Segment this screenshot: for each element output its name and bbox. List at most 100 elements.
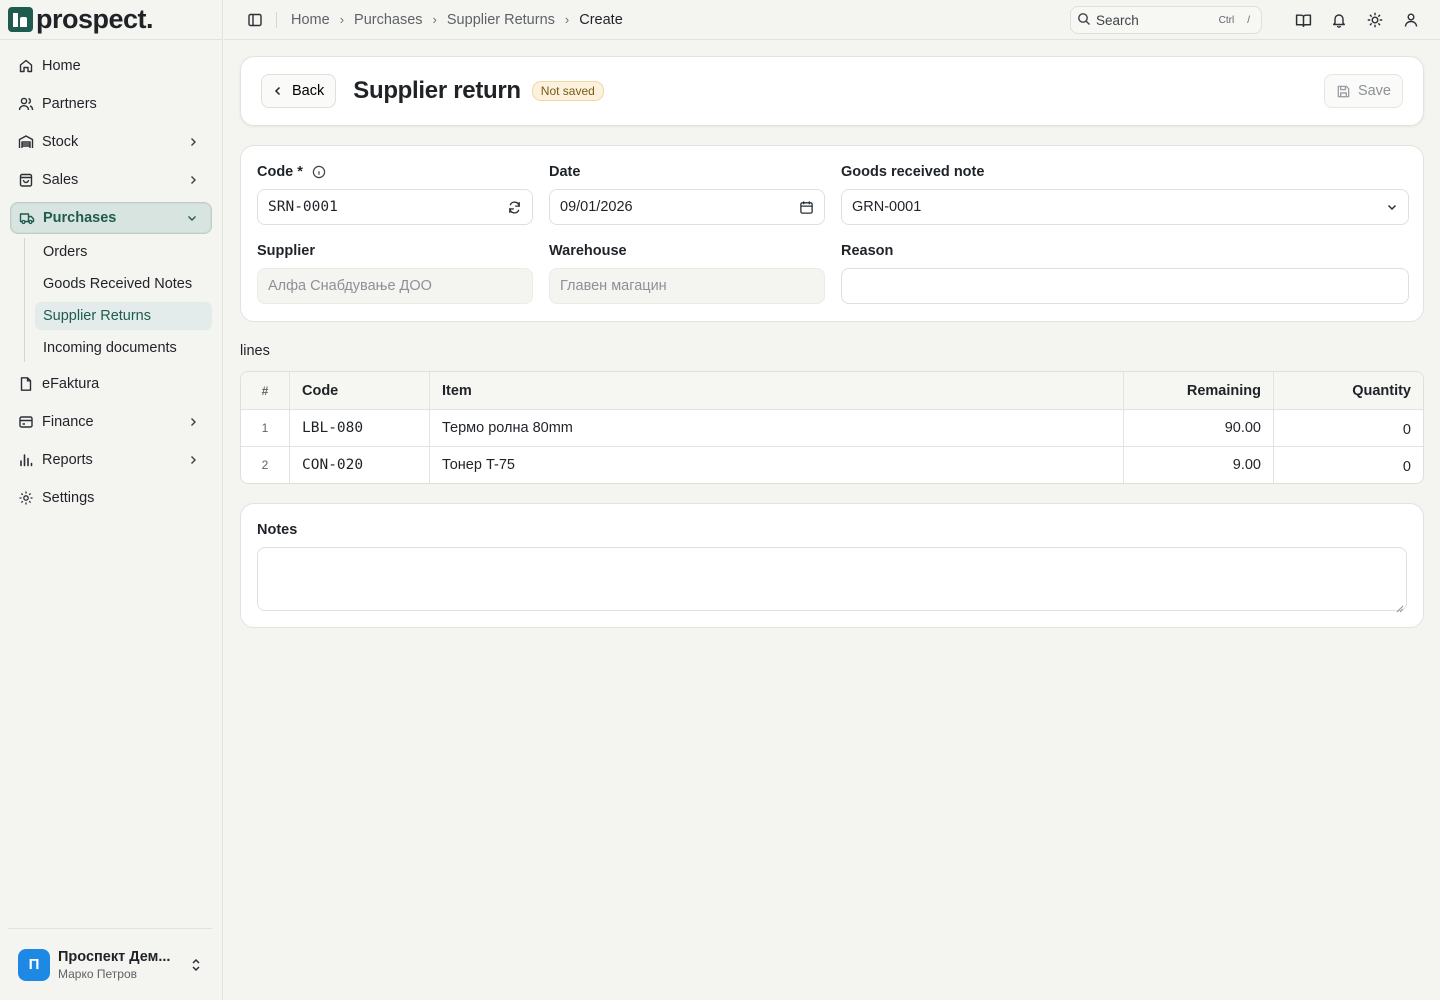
topbar: Home › Purchases › Supplier Returns › Cr… <box>224 0 1440 40</box>
col-item: Item <box>429 372 1123 409</box>
breadcrumb-current: Create <box>579 11 623 28</box>
code-field: Code * SRN-0001 <box>257 162 533 225</box>
book-icon[interactable] <box>1294 11 1312 29</box>
sidebar-item-partners[interactable]: Partners <box>10 88 212 120</box>
row-remaining: 9.00 <box>1123 447 1273 483</box>
resize-grip-icon[interactable] <box>1396 600 1404 613</box>
user-icon[interactable] <box>1402 11 1420 29</box>
home-icon <box>18 58 34 74</box>
supplier-input: Алфа Снабдување ДОО <box>257 268 533 304</box>
sidebar-item-label: Home <box>42 58 81 74</box>
lines-table: # Code Item Remaining Quantity 1 LBL-080… <box>240 371 1424 484</box>
org-text: Проспект Дем... Марко Петров <box>58 949 188 981</box>
page-title: Supplier return <box>353 77 521 104</box>
sidebar-item-label: Reports <box>42 452 93 468</box>
breadcrumb-supplier-returns[interactable]: Supplier Returns <box>447 12 555 28</box>
refresh-icon[interactable] <box>507 200 522 215</box>
notes-textarea[interactable] <box>257 547 1407 613</box>
sidebar-item-sales[interactable]: Sales <box>10 164 212 196</box>
sidebar-item-reports[interactable]: Reports <box>10 444 212 476</box>
table-row: 1 LBL-080 Термо ролна 80mm 90.00 0 <box>241 409 1423 446</box>
save-button[interactable]: Save <box>1323 74 1403 108</box>
kbd-ctrl: Ctrl <box>1218 14 1235 26</box>
grn-field: Goods received note GRN-0001 <box>841 162 1409 225</box>
table-header: # Code Item Remaining Quantity <box>241 372 1423 409</box>
grn-select[interactable]: GRN-0001 <box>841 189 1409 225</box>
search-icon <box>1077 12 1091 29</box>
notes-card: Notes <box>240 503 1424 628</box>
row-code: CON-020 <box>289 447 429 483</box>
sidebar: prospect. Home Partners Stock Sales Purc… <box>0 0 223 1000</box>
users-icon <box>18 96 34 112</box>
wallet-icon <box>18 414 34 430</box>
date-field: Date 09/01/2026 <box>549 162 825 225</box>
chevron-right-icon <box>186 173 200 187</box>
subnav-item-incoming-documents[interactable]: Incoming documents <box>35 334 212 362</box>
subnav-item-goods-received-notes[interactable]: Goods Received Notes <box>35 270 212 298</box>
row-index: 2 <box>261 458 269 472</box>
col-index: # <box>261 383 269 398</box>
chevron-down-icon <box>1386 201 1398 213</box>
sidebar-item-stock[interactable]: Stock <box>10 126 212 158</box>
save-icon <box>1336 84 1351 99</box>
sidebar-item-label: Stock <box>42 134 79 150</box>
chevron-down-icon <box>185 211 199 225</box>
status-badge: Not saved <box>531 81 604 101</box>
col-quantity: Quantity <box>1273 372 1423 409</box>
reason-label: Reason <box>841 243 894 259</box>
subnav-item-supplier-returns[interactable]: Supplier Returns <box>35 302 212 330</box>
row-item: Тонер T-75 <box>429 447 1123 483</box>
chevron-right-icon <box>186 135 200 149</box>
purchases-subnav: Orders Goods Received Notes Supplier Ret… <box>24 238 212 362</box>
sun-icon[interactable] <box>1366 11 1384 29</box>
sidebar-item-home[interactable]: Home <box>10 50 212 82</box>
warehouse-label: Warehouse <box>549 243 627 259</box>
sidebar-toggle-icon[interactable] <box>246 11 264 29</box>
page-header: Back Supplier return Not saved Save <box>240 56 1424 126</box>
row-item: Термо ролна 80mm <box>429 410 1123 446</box>
breadcrumb-purchases[interactable]: Purchases <box>354 12 423 28</box>
main-content: Back Supplier return Not saved Save Code… <box>240 56 1424 628</box>
truck-icon <box>19 210 35 226</box>
grn-value: GRN-0001 <box>852 199 922 215</box>
bell-icon[interactable] <box>1330 11 1348 29</box>
calendar-icon[interactable] <box>799 200 814 215</box>
row-quantity-input[interactable]: 0 <box>1273 447 1423 483</box>
file-icon <box>18 376 34 392</box>
org-switcher[interactable]: П Проспект Дем... Марко Петров <box>8 928 212 1000</box>
sidebar-item-finance[interactable]: Finance <box>10 406 212 438</box>
chevron-right-icon: › <box>339 12 345 27</box>
gear-icon <box>18 490 34 506</box>
subnav-item-orders[interactable]: Orders <box>35 238 212 266</box>
table-row: 2 CON-020 Тонер T-75 9.00 0 <box>241 446 1423 483</box>
code-input[interactable]: SRN-0001 <box>257 189 533 225</box>
info-icon[interactable] <box>312 165 326 179</box>
logo-text: prospect. <box>36 4 154 34</box>
warehouse-value: Главен магацин <box>560 278 667 294</box>
row-quantity: 0 <box>1402 422 1411 438</box>
sidebar-item-efaktura[interactable]: eFaktura <box>10 368 212 400</box>
logo[interactable]: prospect. <box>0 0 222 40</box>
org-name: Проспект Дем... <box>58 948 171 965</box>
back-button[interactable]: Back <box>261 74 337 108</box>
warehouse-field: Warehouse Главен магацин <box>549 241 825 304</box>
org-user: Марко Петров <box>58 966 137 981</box>
reason-input[interactable] <box>841 268 1409 304</box>
row-index: 1 <box>261 421 269 435</box>
search-label: Search <box>1096 12 1139 28</box>
shopping-bag-icon <box>18 172 34 188</box>
sidebar-item-label: Settings <box>42 490 95 506</box>
breadcrumb-home[interactable]: Home <box>291 12 330 28</box>
divider <box>276 11 277 28</box>
date-label: Date <box>549 164 581 180</box>
sidebar-item-purchases[interactable]: Purchases <box>10 202 212 234</box>
sidebar-item-label: Purchases <box>43 210 117 226</box>
search-box[interactable]: Search Ctrl / <box>1070 6 1262 34</box>
code-label: Code * <box>257 162 533 182</box>
sidebar-item-settings[interactable]: Settings <box>10 482 212 514</box>
warehouse-icon <box>18 134 34 150</box>
row-quantity-input[interactable]: 0 <box>1273 410 1423 446</box>
form-card: Code * SRN-0001 Date 09/01/2026 Goods re… <box>240 145 1424 322</box>
date-input[interactable]: 09/01/2026 <box>549 189 825 225</box>
date-value: 09/01/2026 <box>560 199 633 215</box>
